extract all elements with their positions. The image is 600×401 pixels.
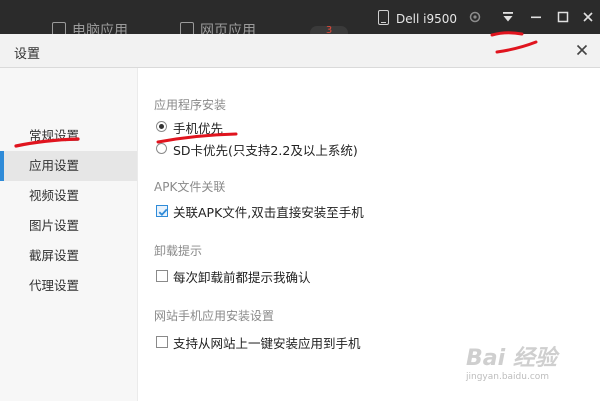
device-settings-icon[interactable] [464,6,486,28]
sidebar-item-image[interactable]: 图片设置 [0,211,137,241]
phone-icon [378,10,389,25]
app-topbar: 电脑应用 网页应用 3 Dell i9500 [0,0,600,40]
minimize-icon[interactable] [525,6,547,28]
watermark-brand: Bai 经验 [466,346,557,371]
dropdown-menu-icon[interactable] [497,6,519,28]
section-title-apk: APK文件关联 [154,180,226,194]
device-indicator[interactable]: Dell i9500 [378,10,457,26]
checkmark-icon [158,208,168,216]
device-name: Dell i9500 [396,12,457,26]
settings-sidebar: 常规设置 应用设置 视频设置 图片设置 截屏设置 代理设置 [0,68,138,401]
checkbox-indicator [156,336,168,348]
watermark-url: jingyan.baidu.com [466,372,550,382]
baidu-watermark: Bai 经验 jingyan.baidu.com [462,340,594,388]
dialog-close-icon[interactable] [572,40,592,60]
sidebar-item-screenshot[interactable]: 截屏设置 [0,241,137,271]
sidebar-item-video[interactable]: 视频设置 [0,181,137,211]
window-close-icon[interactable] [577,6,599,28]
section-title-web: 网站手机应用安装设置 [154,309,275,323]
checkbox-indicator [156,205,168,217]
radio-indicator [156,121,167,132]
section-title-install: 应用程序安装 [154,98,227,112]
sidebar-item-app[interactable]: 应用设置 [0,151,137,181]
sidebar-item-proxy[interactable]: 代理设置 [0,271,137,301]
dialog-title: 设置 [14,47,41,62]
radio-indicator [156,143,167,154]
maximize-icon[interactable] [552,6,574,28]
dialog-header: 设置 [0,34,600,68]
section-title-uninstall: 卸载提示 [154,244,203,258]
sidebar-item-general[interactable]: 常规设置 [0,121,137,151]
checkbox-indicator [156,270,168,282]
